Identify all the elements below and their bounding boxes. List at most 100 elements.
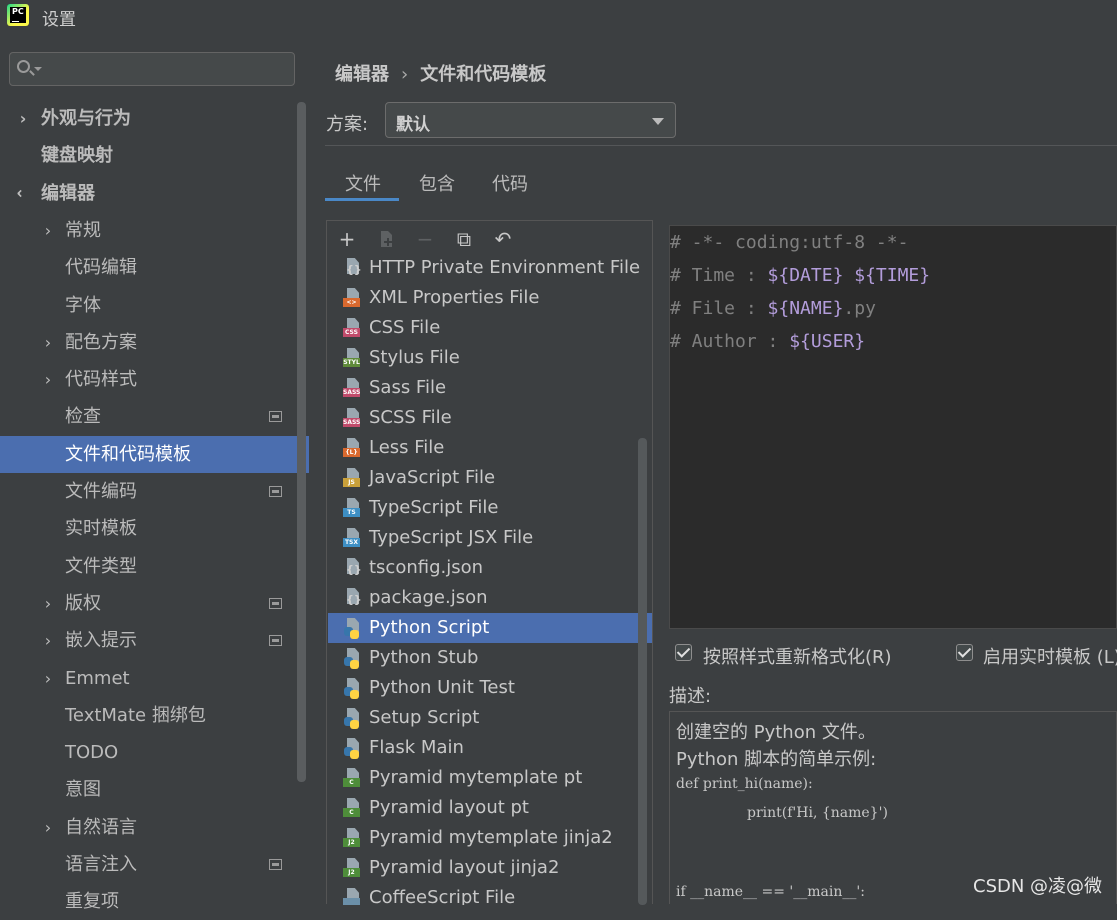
sidebar-item[interactable]: › 配色方案 [0, 324, 309, 361]
sidebar-item[interactable]: 代码编辑 [0, 249, 309, 286]
copy-icon[interactable]: ⧉ [454, 229, 474, 249]
template-list-item[interactable]: TSX TypeScript JSX File [328, 523, 652, 553]
reformat-label[interactable]: 按照样式重新格式化(R) [703, 643, 892, 669]
template-list-item[interactable]: {L} Less File [328, 433, 652, 463]
reset-icon[interactable]: ↶ [493, 229, 513, 249]
search-icon [17, 60, 30, 73]
sidebar-item[interactable]: 文件和代码模板 [0, 435, 309, 473]
sidebar-item[interactable]: 文件类型 [0, 548, 309, 585]
sidebar-item[interactable]: › 代码样式 [0, 361, 309, 398]
sidebar-item-label: 文件编码 [65, 481, 137, 502]
typescript-file-icon: TS [343, 498, 361, 518]
template-label: Python Script [369, 617, 490, 638]
code-line: # Time : ${DATE} ${TIME} [670, 265, 930, 286]
chevron-right-icon[interactable]: › [40, 809, 56, 846]
sidebar-scrollbar[interactable] [297, 102, 306, 782]
scheme-value: 默认 [396, 115, 430, 135]
template-list: {} HTTP Private Environment File <> XML Pro… [327, 257, 652, 905]
sidebar-item[interactable]: 检查 [0, 398, 309, 435]
description-code-line: print(f'Hi, {name}') [747, 805, 888, 821]
sidebar-item[interactable]: › 自然语言 [0, 809, 309, 846]
sidebar-item[interactable]: 语言注入 [0, 846, 309, 883]
remove-icon[interactable]: − [415, 229, 435, 249]
sidebar-item[interactable]: 键盘映射 [0, 137, 309, 174]
sidebar-item-label: 语言注入 [65, 854, 137, 875]
sidebar-item[interactable]: › 外观与行为 [0, 100, 309, 137]
sidebar-item[interactable]: › Emmet [0, 660, 309, 697]
template-list-item[interactable]: Flask Main [328, 733, 652, 763]
template-list-item[interactable]: TS TypeScript File [328, 493, 652, 523]
sidebar-item-label: 实时模板 [65, 518, 137, 540]
template-list-item[interactable]: Setup Script [328, 703, 652, 733]
template-list-item[interactable]: C Pyramid layout pt [328, 793, 652, 823]
chevron-right-icon[interactable]: › [40, 361, 56, 398]
sidebar-item-label: 外观与行为 [41, 108, 131, 129]
template-label: package.json [369, 587, 488, 608]
chevron-right-icon[interactable]: › [40, 212, 56, 249]
template-label: Flask Main [369, 737, 464, 758]
template-list-item[interactable]: C Pyramid mytemplate pt [328, 763, 652, 793]
template-code-editor[interactable]: # -*- coding:utf-8 -*- # Time : ${DATE} $… [669, 225, 1117, 629]
sidebar-item-label: 编辑器 [41, 182, 95, 204]
tab-code[interactable]: 代码 [492, 170, 528, 196]
css-file-icon: CSS [343, 318, 361, 338]
chevron-right-icon[interactable]: › [40, 622, 56, 659]
xml-file-icon: <> [343, 288, 361, 308]
template-list-item[interactable]: Python Unit Test [328, 673, 652, 703]
sidebar-item[interactable]: 重复项 [0, 883, 309, 920]
chevron-right-icon[interactable]: › [40, 660, 56, 697]
sidebar-item[interactable]: › 嵌入提示 [0, 622, 309, 659]
template-list-item[interactable]: Python Stub [328, 643, 652, 673]
add-child-template-icon[interactable] [377, 229, 397, 249]
sidebar-item[interactable]: TODO [0, 734, 309, 771]
template-list-item[interactable]: SASS SCSS File [328, 403, 652, 433]
sidebar-item-label: 版权 [65, 592, 101, 614]
sidebar-item[interactable]: › 常规 [0, 212, 309, 249]
template-list-item[interactable]: CoffeeScript File [328, 883, 652, 905]
sidebar-item[interactable]: ⌄ 编辑器 [0, 175, 309, 212]
sidebar-item-label: 常规 [65, 219, 101, 241]
jinja2-file-icon: J2 [343, 858, 361, 878]
tsx-file-icon: TSX [343, 528, 361, 548]
template-list-item[interactable]: {} HTTP Private Environment File [328, 257, 652, 283]
sidebar-item[interactable]: 字体 [0, 287, 309, 324]
template-list-item[interactable]: STYL Stylus File [328, 343, 652, 373]
template-list-item[interactable]: {} tsconfig.json [328, 553, 652, 583]
template-list-item[interactable]: {} package.json [328, 583, 652, 613]
project-scope-icon [269, 859, 282, 870]
breadcrumb: 编辑器 › 文件和代码模板 [335, 60, 546, 86]
template-list-item[interactable]: SASS Sass File [328, 373, 652, 403]
template-list-item[interactable]: JS JavaScript File [328, 463, 652, 493]
template-list-item[interactable]: Python Script [328, 613, 652, 643]
reformat-checkbox[interactable] [675, 644, 692, 661]
template-label: Python Stub [369, 647, 479, 668]
sidebar-item[interactable]: › 版权 [0, 585, 309, 622]
chevron-down-icon[interactable]: ⌄ [5, 185, 42, 201]
description-text: Python 脚本的简单示例: [676, 749, 877, 770]
template-list-item[interactable]: J2 Pyramid layout jinja2 [328, 853, 652, 883]
sidebar-item[interactable]: TextMate 捆绑包 [0, 697, 309, 734]
sidebar-item[interactable]: 意图 [0, 771, 309, 808]
breadcrumb-parent[interactable]: 编辑器 [335, 64, 389, 85]
python-file-icon [343, 708, 361, 729]
javascript-file-icon: JS [343, 468, 361, 488]
template-list-item[interactable]: <> XML Properties File [328, 283, 652, 313]
chevron-right-icon[interactable]: › [15, 100, 31, 137]
live-templates-label[interactable]: 启用实时模板 (L) [983, 643, 1117, 669]
add-icon[interactable]: + [337, 229, 357, 249]
chevron-right-icon[interactable]: › [40, 324, 56, 361]
sidebar-item[interactable]: 实时模板 [0, 510, 309, 547]
sidebar-item[interactable]: 文件编码 [0, 473, 309, 510]
template-label: HTTP Private Environment File [369, 257, 641, 278]
live-templates-checkbox[interactable] [956, 644, 973, 661]
template-list-item[interactable]: CSS CSS File [328, 313, 652, 343]
search-history-chevron-icon[interactable] [34, 67, 42, 71]
tab-includes[interactable]: 包含 [419, 170, 455, 196]
template-list-item[interactable]: J2 Pyramid mytemplate jinja2 [328, 823, 652, 853]
template-variable: ${NAME} [767, 298, 844, 319]
template-list-scrollbar[interactable] [638, 438, 647, 905]
chevron-right-icon[interactable]: › [40, 585, 56, 622]
search-input[interactable] [9, 52, 295, 86]
scheme-dropdown[interactable]: 默认 [385, 102, 676, 138]
tab-files[interactable]: 文件 [345, 170, 381, 196]
